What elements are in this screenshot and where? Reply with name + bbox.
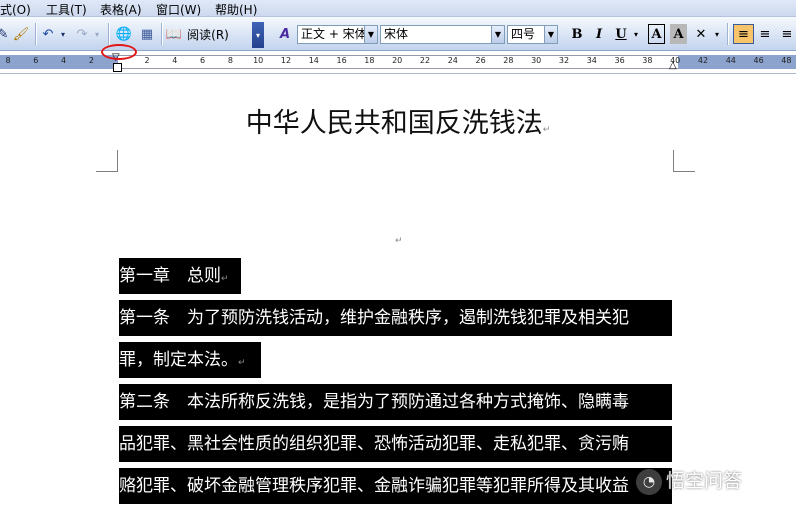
redo-icon[interactable]: ↷	[74, 24, 90, 44]
doc-line-text: 第一条 为了预防洗钱活动，维护金融秩序，遏制洗钱犯罪及相关犯	[119, 308, 629, 328]
ruler-tick-label: 26	[475, 56, 486, 65]
ruler-tick-label: 34	[586, 56, 597, 65]
ruler-tick-label: 2	[144, 56, 150, 65]
doc-line-3[interactable]: 罪，制定本法。↵	[119, 342, 261, 378]
character-border-button[interactable]: A	[648, 24, 665, 44]
doc-line-5[interactable]: 品犯罪、黑社会性质的组织犯罪、恐怖活动犯罪、走私犯罪、贪污贿	[119, 426, 672, 462]
ruler-tick-label: 42	[697, 56, 709, 65]
paragraph-mark-icon: ↵	[542, 125, 551, 135]
doc-line-6[interactable]: 赂犯罪、破坏金融管理秩序犯罪、金融诈骗犯罪等犯罪所得及其收益	[119, 468, 672, 504]
ruler-left-margin	[0, 55, 118, 69]
read-mode-button[interactable]: 阅读(R)	[184, 24, 232, 44]
ruler-tick-label: 36	[614, 56, 625, 65]
font-size-combo[interactable]: 四号	[507, 25, 545, 44]
doc-line-text: 赂犯罪、破坏金融管理秩序犯罪、金融诈骗犯罪等犯罪所得及其收益	[119, 476, 629, 496]
watermark: ◔ 悟空问答	[636, 466, 742, 495]
align-justify-button[interactable]: ≡	[733, 24, 754, 44]
style-dropdown-arrow-icon[interactable]: ▼	[365, 25, 378, 44]
ruler-tick-label: 6	[200, 56, 206, 65]
underline-button[interactable]: U	[612, 24, 630, 44]
margin-corner-top-right	[673, 150, 695, 172]
read-mode-icon[interactable]: 📖	[166, 24, 182, 44]
table-icon[interactable]: ▦	[138, 24, 156, 44]
ruler-tick-label: 8	[227, 56, 233, 65]
doc-line-text: 罪，制定本法。	[119, 350, 238, 370]
character-scaling-icon[interactable]: ✕	[692, 24, 710, 44]
ruler-tick-label: 28	[503, 56, 514, 65]
menu-window[interactable]: 窗口(W)	[156, 1, 201, 18]
menu-bar: 式(O) 工具(T) 表格(A) 窗口(W) 帮助(H)	[0, 0, 796, 17]
toolbar-overflow-chevron-icon[interactable]: ▾	[252, 22, 264, 48]
bold-button[interactable]: B	[568, 24, 586, 44]
ruler-tick-label: 12	[280, 56, 292, 65]
toolbar-separator	[727, 23, 728, 45]
ruler-tick-label: 10	[253, 56, 264, 65]
ruler-tick-label: 22	[419, 56, 431, 65]
italic-button[interactable]: I	[590, 24, 608, 44]
format-painter-icon[interactable]: ✎	[0, 24, 10, 44]
toolbar-separator	[108, 23, 109, 45]
menu-table[interactable]: 表格(A)	[100, 1, 142, 18]
doc-line-text: 品犯罪、黑社会性质的组织犯罪、恐怖活动犯罪、走私犯罪、贪污贿	[119, 434, 629, 454]
margin-corner-top-left	[96, 150, 118, 172]
ruler-tick-label: 20	[392, 56, 403, 65]
paragraph-mark-icon: ↵	[221, 274, 229, 284]
undo-dropdown-icon[interactable]: ▾	[58, 24, 68, 44]
font-dropdown-arrow-icon[interactable]: ▼	[492, 25, 505, 44]
menu-help[interactable]: 帮助(H)	[215, 1, 257, 18]
ruler-tick-label: 48	[781, 56, 792, 65]
ruler-tick-label: 38	[642, 56, 653, 65]
doc-line-text: 第一章 总则	[119, 266, 221, 286]
ruler-tick-label: 46	[753, 56, 764, 65]
ruler-tick-label: 24	[447, 56, 458, 65]
hyperlink-icon[interactable]: 🌐	[114, 24, 134, 44]
ruler-tick-label: 18	[364, 56, 375, 65]
left-indent-marker-icon[interactable]	[113, 63, 122, 72]
doc-line-4[interactable]: 第二条 本法所称反洗钱，是指为了预防通过各种方式掩饰、隐瞒毒	[119, 384, 672, 420]
ruler-tick-label: 6	[33, 56, 39, 65]
toolbar-separator	[35, 23, 36, 45]
font-combo[interactable]: 宋体	[380, 25, 492, 44]
ruler-tick-label: 30	[531, 56, 542, 65]
menu-tools[interactable]: 工具(T)	[46, 1, 87, 18]
ruler-right-margin	[678, 55, 796, 69]
ruler-tick-label: 32	[558, 56, 570, 65]
character-scaling-dropdown-icon[interactable]: ▾	[712, 24, 722, 44]
style-combo[interactable]: 正文 + 宋体	[297, 25, 365, 44]
ruler-tick-label: 2	[88, 56, 94, 65]
align-right-icon[interactable]: ≡	[778, 24, 796, 44]
doc-line-text: 第二条 本法所称反洗钱，是指为了预防通过各种方式掩饰、隐瞒毒	[119, 392, 629, 412]
align-center-icon[interactable]: ≡	[756, 24, 774, 44]
menu-format[interactable]: 式(O)	[0, 1, 31, 18]
brush-icon[interactable]: 🖌	[12, 24, 30, 44]
styles-pane-icon[interactable]: A	[276, 24, 294, 44]
toolbar-separator	[161, 23, 162, 45]
ruler-tick-label: 4	[172, 56, 178, 65]
right-indent-marker-icon[interactable]: △	[669, 60, 677, 71]
red-annotation-circle	[101, 44, 137, 60]
doc-line-1[interactable]: 第一章 总则↵	[119, 258, 241, 294]
ruler-tick-label: 8	[5, 56, 11, 65]
character-shading-button[interactable]: A	[670, 24, 687, 44]
document-title[interactable]: 中华人民共和国反洗钱法↵	[0, 101, 796, 140]
font-size-dropdown-arrow-icon[interactable]: ▼	[545, 25, 558, 44]
watermark-logo-icon: ◔	[636, 468, 662, 495]
redo-dropdown-icon[interactable]: ▾	[92, 24, 102, 44]
ruler-tick-label: 4	[61, 56, 67, 65]
ruler-tick-label: 14	[308, 56, 319, 65]
doc-line-2[interactable]: 第一条 为了预防洗钱活动，维护金融秩序，遏制洗钱犯罪及相关犯	[119, 300, 672, 336]
document-title-text: 中华人民共和国反洗钱法	[245, 108, 543, 139]
ruler-tick-label: 44	[725, 56, 736, 65]
paragraph-mark-icon: ↵	[238, 358, 246, 368]
watermark-text: 悟空问答	[666, 470, 743, 492]
underline-dropdown-icon[interactable]: ▾	[631, 24, 641, 44]
ruler-tick-label: 16	[336, 56, 347, 65]
paragraph-mark-icon: ↵	[395, 236, 403, 246]
undo-icon[interactable]: ↶	[40, 24, 56, 44]
